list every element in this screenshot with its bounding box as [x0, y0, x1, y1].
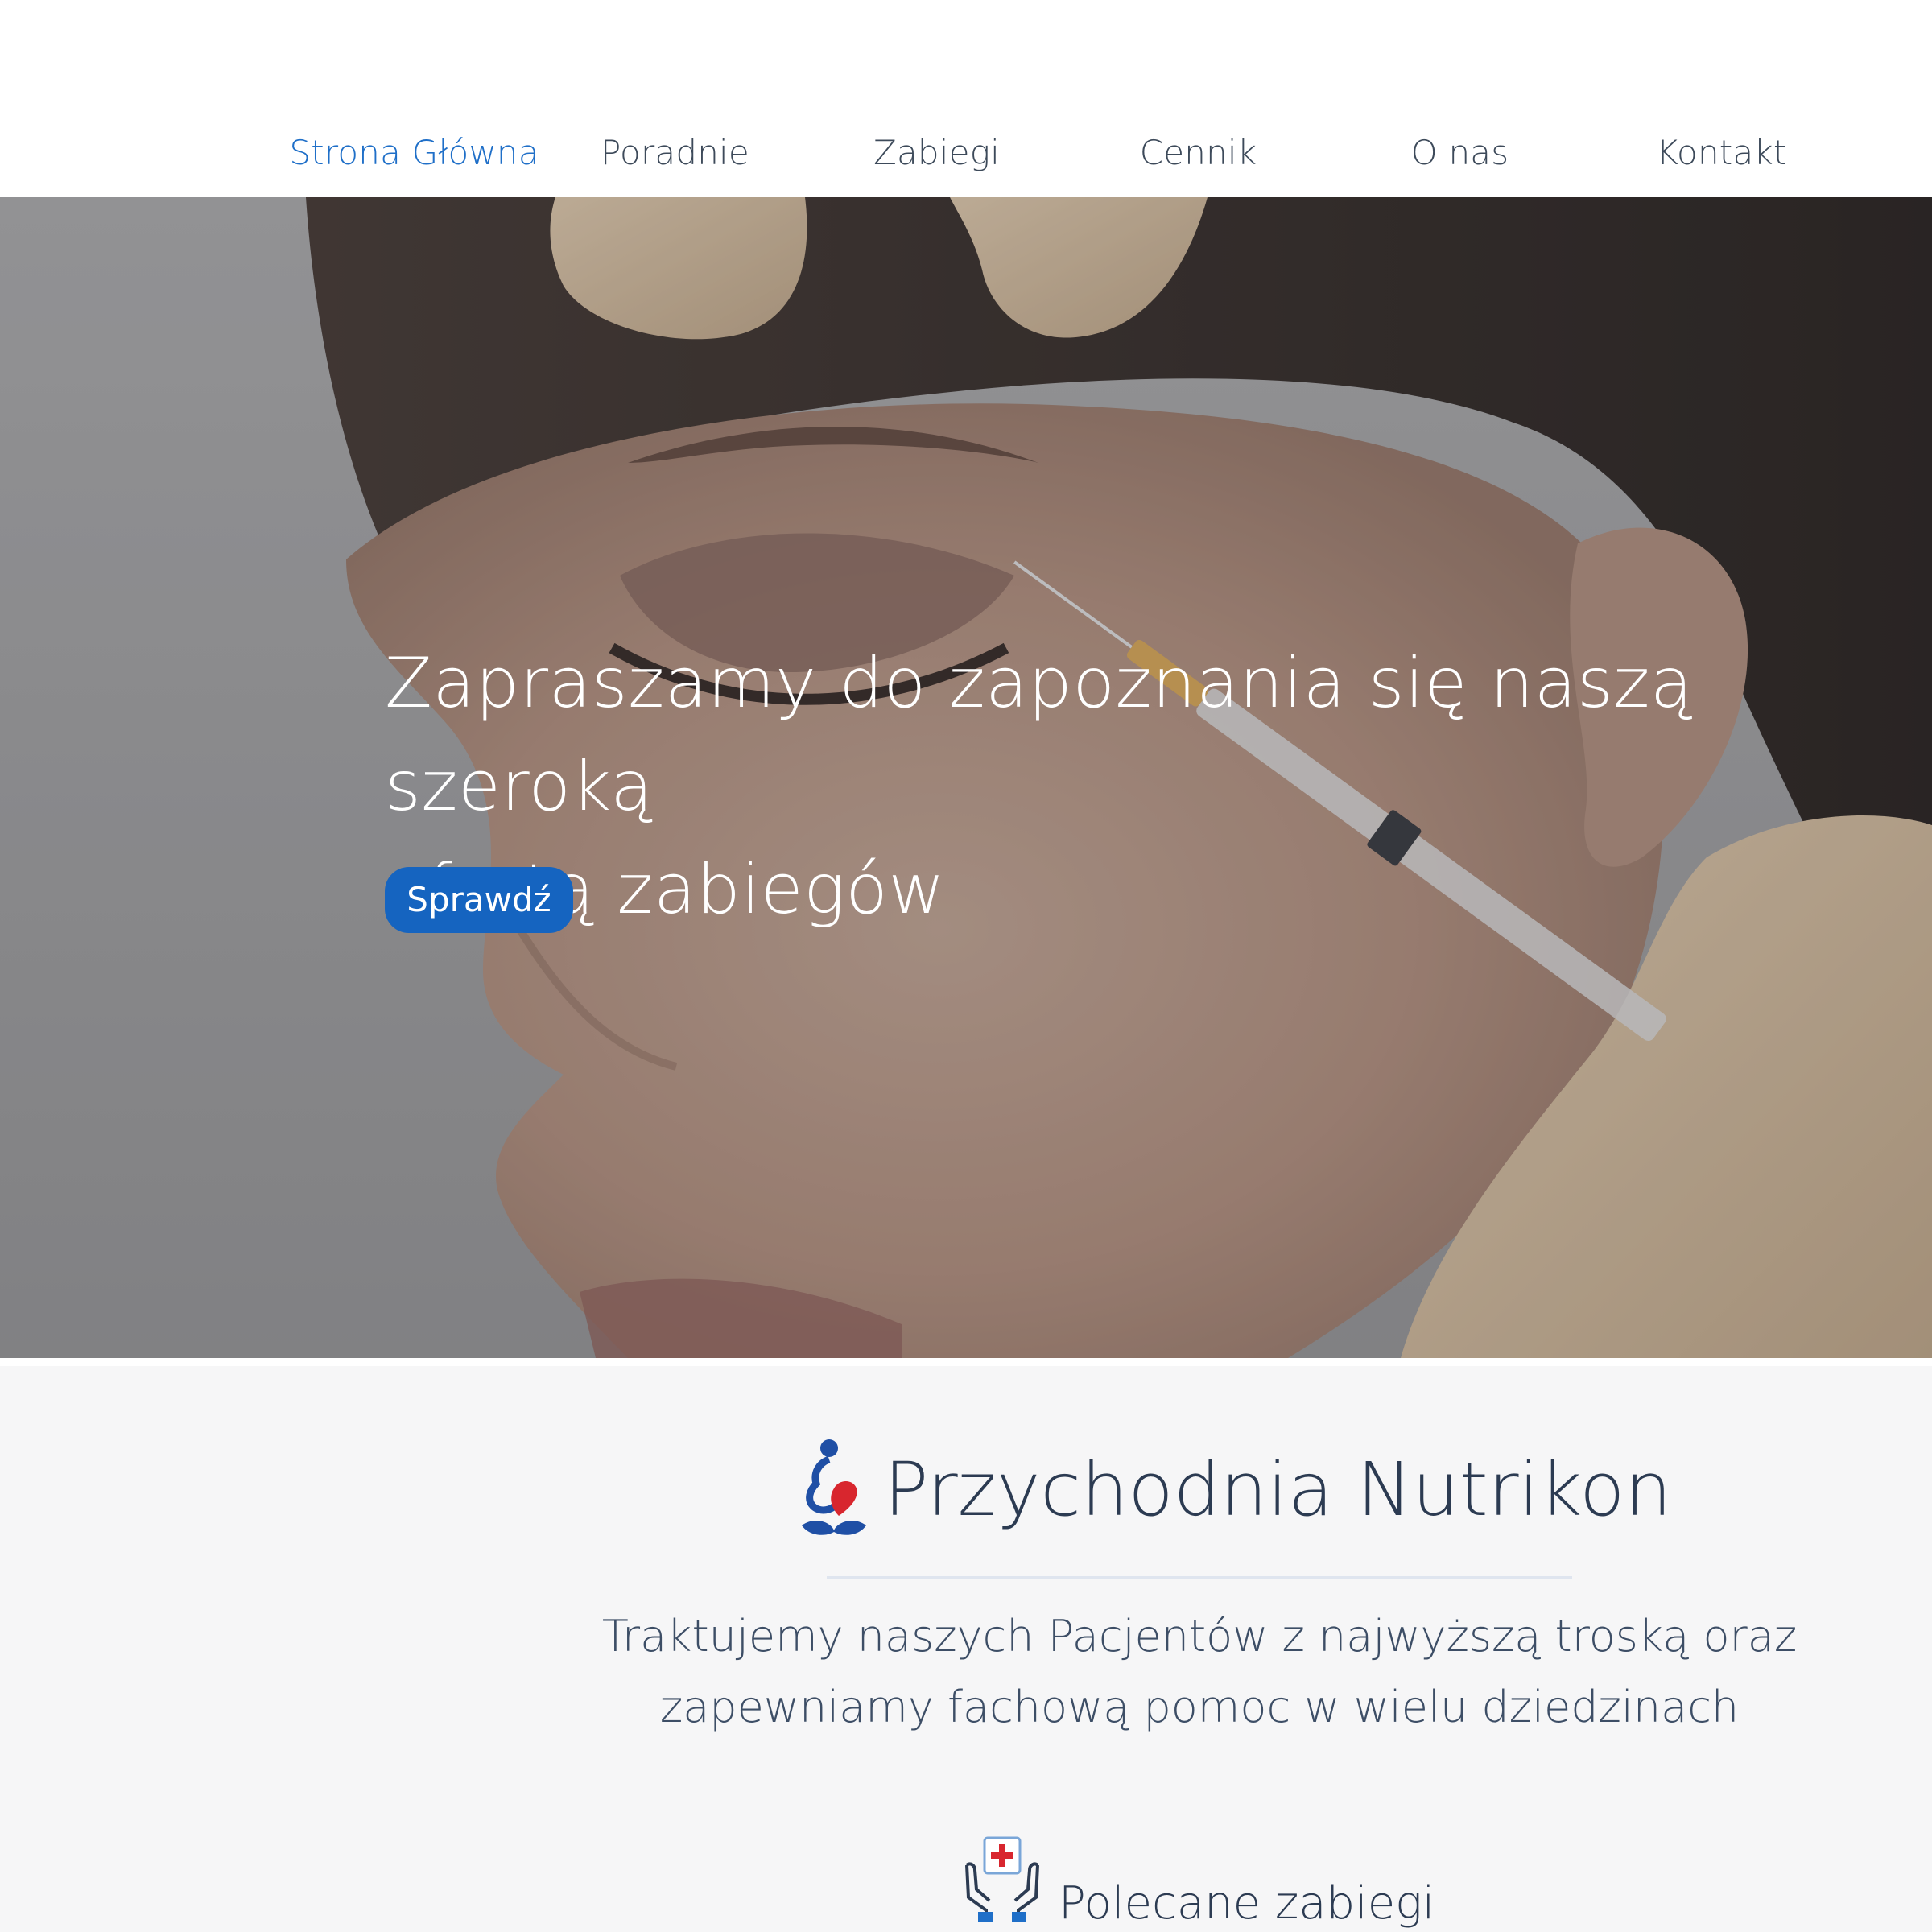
featured-treatments-title: Polecane zabiegi: [1059, 1877, 1435, 1930]
hero-banner: Zapraszamy do zapoznania się naszą szero…: [0, 197, 1932, 1358]
nav-item-treatments[interactable]: Zabiegi: [806, 121, 1067, 185]
main-nav: Strona Główna Poradnie Zabiegi Cennik O …: [0, 121, 1932, 185]
hero-title: Zapraszamy do zapoznania się naszą szero…: [385, 632, 1914, 941]
tagline-line1: Traktujemy naszych Pacjentów z najwyższą…: [601, 1611, 1798, 1662]
brand-name: Przychodnia Nutrikon: [884, 1447, 1672, 1533]
about-section: Przychodnia Nutrikon Traktujemy naszych …: [0, 1366, 1932, 1932]
divider: [827, 1576, 1572, 1579]
clinic-logo-icon: [802, 1439, 866, 1535]
nav-item-contact[interactable]: Kontakt: [1591, 121, 1852, 185]
nav-item-home[interactable]: Strona Główna: [283, 121, 545, 185]
nav-item-pricing[interactable]: Cennik: [1067, 121, 1329, 185]
hero-title-line1: Zapraszamy do zapoznania się naszą szero…: [385, 643, 1694, 827]
nav-item-clinics[interactable]: Poradnie: [544, 121, 806, 185]
tagline: Traktujemy naszych Pacjentów z najwyższą…: [483, 1601, 1916, 1743]
tagline-line2: zapewniamy fachową pomoc w wielu dziedzi…: [659, 1682, 1740, 1732]
check-button[interactable]: Sprawdź: [385, 867, 573, 933]
medical-hands-icon: [965, 1836, 1039, 1922]
site-header: Strona Główna Poradnie Zabiegi Cennik O …: [0, 0, 1932, 197]
nav-item-about[interactable]: O nas: [1329, 121, 1591, 185]
